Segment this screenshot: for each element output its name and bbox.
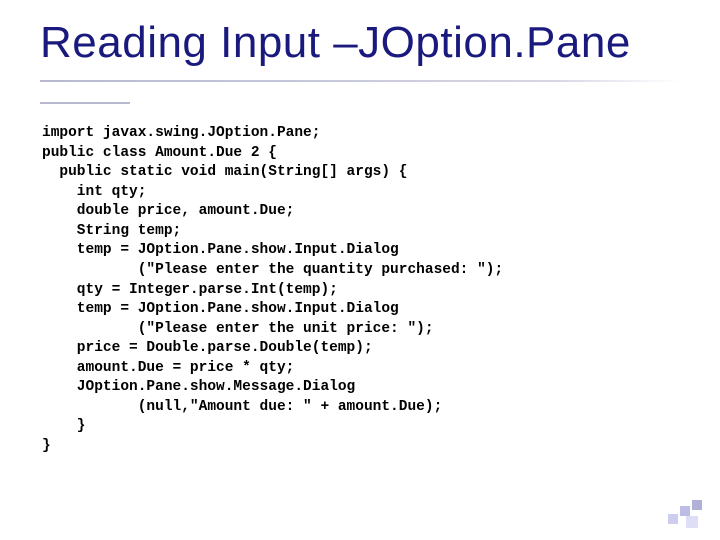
corner-decoration-icon	[662, 494, 706, 530]
code-line: double price, amount.Due;	[42, 203, 294, 219]
code-line: amount.Due = price * qty;	[42, 360, 294, 376]
code-line: ("Please enter the unit price: ");	[42, 321, 434, 337]
code-line: temp = JOption.Pane.show.Input.Dialog	[42, 242, 399, 258]
code-line: import javax.swing.JOption.Pane;	[42, 125, 320, 141]
title-rules	[40, 74, 680, 110]
code-line: JOption.Pane.show.Message.Dialog	[42, 379, 355, 395]
code-line: public static void main(String[] args) {	[42, 164, 407, 180]
slide-title: Reading Input –JOption.Pane	[40, 18, 680, 68]
code-line: public class Amount.Due 2 {	[42, 145, 277, 161]
code-line: String temp;	[42, 223, 181, 239]
code-line: int qty;	[42, 184, 146, 200]
code-line: qty = Integer.parse.Int(temp);	[42, 282, 338, 298]
rule-long	[40, 80, 680, 82]
code-line: ("Please enter the quantity purchased: "…	[42, 262, 503, 278]
code-block: import javax.swing.JOption.Pane; public …	[40, 124, 680, 457]
rule-short	[40, 102, 130, 104]
code-line: (null,"Amount due: " + amount.Due);	[42, 399, 442, 415]
slide: Reading Input –JOption.Pane import javax…	[0, 0, 720, 540]
code-line: }	[42, 418, 86, 434]
code-line: price = Double.parse.Double(temp);	[42, 340, 373, 356]
code-line: }	[42, 438, 51, 454]
code-line: temp = JOption.Pane.show.Input.Dialog	[42, 301, 399, 317]
